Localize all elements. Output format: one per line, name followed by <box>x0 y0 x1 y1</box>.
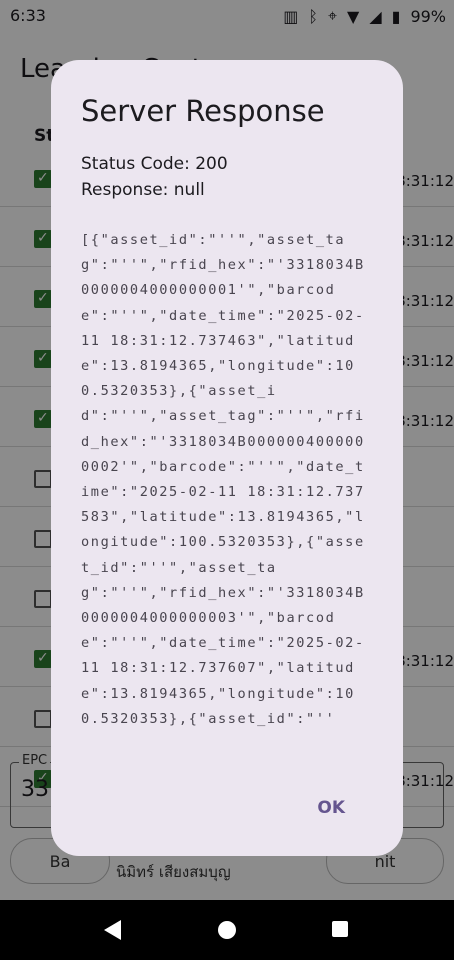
recents-nav-icon[interactable] <box>332 921 348 937</box>
ok-button[interactable]: OK <box>317 798 345 818</box>
dialog-title: Server Response <box>81 94 325 128</box>
navigation-bar <box>0 900 454 960</box>
status-code-text: Status Code: 200 <box>81 154 228 174</box>
response-text: Response: null <box>81 180 205 200</box>
response-body-scroll[interactable]: [{"asset_id":"''","asset_tag":"''","rfid… <box>81 228 373 746</box>
home-nav-icon[interactable] <box>218 921 236 939</box>
server-response-dialog: Server Response Status Code: 200 Respons… <box>51 60 403 856</box>
response-body: [{"asset_id":"''","asset_tag":"''","rfid… <box>81 232 365 727</box>
back-nav-icon[interactable] <box>104 920 121 940</box>
